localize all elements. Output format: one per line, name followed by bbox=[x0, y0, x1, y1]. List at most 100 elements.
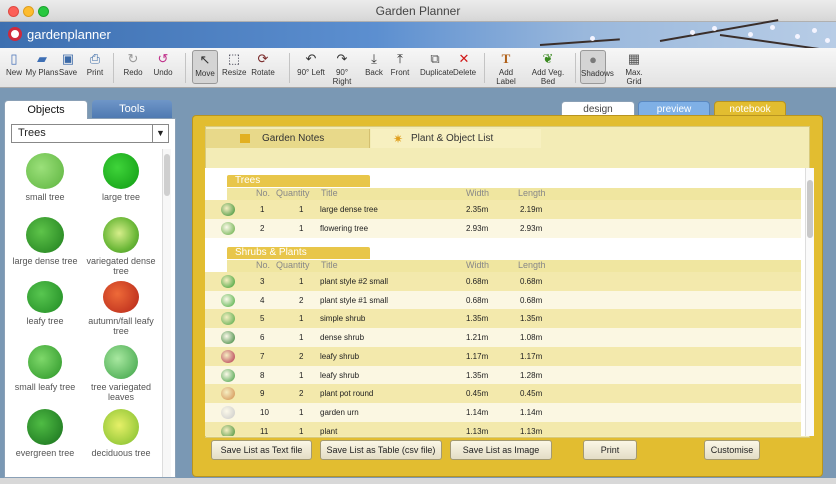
cell-no: 8 bbox=[260, 370, 265, 380]
folder-icon: ▰ bbox=[37, 51, 47, 66]
table-row[interactable]: 1 1 large dense tree 2.35m 2.19m bbox=[205, 200, 801, 219]
cell-title: large dense tree bbox=[320, 205, 378, 214]
delete-button[interactable]: ✕ Delete bbox=[453, 51, 476, 77]
plant-icon bbox=[221, 312, 235, 326]
close-window-button[interactable] bbox=[8, 6, 19, 17]
new-doc-icon: ▯ bbox=[10, 51, 18, 66]
rotate-button[interactable]: ⟳ Rotate bbox=[251, 51, 275, 77]
cell-title: leafy shrub bbox=[320, 351, 360, 361]
table-row[interactable]: 7 2 leafy shrub 1.17m 1.17m bbox=[205, 346, 801, 366]
scroll-thumb[interactable] bbox=[164, 154, 170, 196]
save-list-csv-button[interactable]: Save List as Table (csv file) bbox=[320, 440, 442, 460]
autumn-tree-icon bbox=[103, 281, 139, 313]
cell-title: plant pot round bbox=[320, 389, 374, 399]
new-button[interactable]: ▯ New bbox=[3, 51, 25, 77]
table-row[interactable]: 9 2 plant pot round 0.45m 0.45m bbox=[205, 384, 801, 404]
add-veg-bed-button[interactable]: ❦ Add Veg. Bed bbox=[527, 51, 569, 86]
table-row[interactable]: 5 1 simple shrub 1.35m 1.35m bbox=[205, 309, 801, 329]
rotate-right-icon: ↷ bbox=[336, 51, 348, 66]
object-large-dense-tree[interactable]: large dense tree bbox=[7, 217, 83, 266]
cell-length: 2.19m bbox=[520, 205, 543, 214]
undo-button[interactable]: ↺ Undo bbox=[152, 51, 174, 77]
brand-name: gardenplanner bbox=[27, 27, 111, 42]
print-button[interactable]: ⎙ Print bbox=[84, 51, 106, 77]
save-list-text-button[interactable]: Save List as Text file bbox=[211, 440, 312, 460]
shadows-toggle[interactable]: ● Shadows bbox=[580, 50, 614, 84]
rotate-90-right-button[interactable]: ↷ 90° Right bbox=[327, 51, 357, 86]
object-deciduous-tree[interactable]: deciduous tree bbox=[83, 409, 159, 458]
table-row[interactable]: 3 1 plant style #2 small 0.68m 0.68m bbox=[205, 272, 801, 291]
send-back-button[interactable]: ⤓ Back bbox=[364, 51, 384, 77]
save-list-image-button[interactable]: Save List as Image bbox=[450, 440, 552, 460]
toolbar-separator bbox=[289, 53, 290, 83]
cell-no: 10 bbox=[260, 407, 269, 417]
cell-length: 0.68m bbox=[520, 277, 543, 286]
rotate-90-left-button[interactable]: ↶ 90° Left bbox=[297, 51, 325, 77]
chevron-down-icon: ▼ bbox=[152, 125, 168, 142]
blossom-decoration bbox=[590, 36, 595, 41]
objects-scrollbar[interactable] bbox=[162, 149, 171, 477]
notes-icon bbox=[240, 134, 250, 143]
table-row[interactable]: 2 1 flowering tree 2.93m 2.93m bbox=[205, 218, 801, 238]
bring-front-button[interactable]: ⤒ Front bbox=[389, 51, 411, 77]
object-large-tree[interactable]: large tree bbox=[83, 153, 159, 202]
object-tree-variegated-leaves[interactable]: tree variegated leaves bbox=[83, 345, 159, 402]
table-row[interactable]: 10 1 garden urn 1.14m 1.14m bbox=[205, 402, 801, 422]
redo-button[interactable]: ↻ Redo bbox=[122, 51, 144, 77]
add-label-button[interactable]: T Add Label bbox=[490, 51, 522, 86]
table-row[interactable]: 8 1 leafy shrub 1.35m 1.28m bbox=[205, 365, 801, 385]
save-button[interactable]: ▣ Save bbox=[58, 51, 78, 77]
object-grid: small tree large tree large dense tree v… bbox=[7, 149, 159, 479]
cell-qty: 1 bbox=[299, 205, 304, 214]
plant-icon bbox=[221, 387, 235, 401]
minimize-window-button[interactable] bbox=[23, 6, 34, 17]
cell-qty: 2 bbox=[299, 295, 304, 305]
scroll-thumb[interactable] bbox=[807, 180, 813, 238]
cell-qty: 2 bbox=[299, 351, 304, 361]
table-row[interactable]: 6 1 dense shrub 1.21m 1.08m bbox=[205, 328, 801, 348]
cell-width: 1.14m bbox=[466, 407, 489, 417]
object-autumn-fall-leafy-tree[interactable]: autumn/fall leafy tree bbox=[83, 281, 159, 336]
cell-no: 4 bbox=[260, 295, 265, 305]
resize-button[interactable]: ⬚ Resize bbox=[222, 51, 246, 77]
list-scrollbar[interactable] bbox=[805, 168, 814, 436]
plant-icon bbox=[221, 349, 235, 363]
blossom-decoration bbox=[690, 30, 695, 35]
cell-width: 1.17m bbox=[466, 351, 489, 361]
table-row[interactable]: 11 1 plant 1.13m 1.13m bbox=[205, 421, 801, 436]
cell-length: 0.45m bbox=[520, 389, 543, 399]
variegated-leaves-tree-icon bbox=[104, 345, 138, 379]
tab-garden-notes[interactable]: Garden Notes bbox=[206, 129, 370, 148]
cell-length: 0.68m bbox=[520, 295, 543, 305]
cell-length: 2.93m bbox=[520, 223, 543, 233]
cell-qty: 1 bbox=[299, 314, 304, 324]
plant-icon bbox=[221, 293, 235, 307]
cell-title: simple shrub bbox=[320, 314, 366, 324]
cell-qty: 1 bbox=[299, 333, 304, 343]
tab-plant-object-list[interactable]: ✷ Plant & Object List bbox=[371, 129, 541, 148]
object-small-tree[interactable]: small tree bbox=[7, 153, 83, 202]
blossom-decoration bbox=[812, 28, 817, 33]
category-select[interactable]: Trees ▼ bbox=[11, 124, 169, 143]
resize-box-icon: ⬚ bbox=[227, 51, 241, 66]
object-leafy-tree[interactable]: leafy tree bbox=[7, 281, 83, 326]
duplicate-button[interactable]: ⧉ Duplicate bbox=[420, 51, 453, 77]
zoom-window-button[interactable] bbox=[38, 6, 49, 17]
plant-icon bbox=[221, 424, 235, 436]
tab-tools[interactable]: Tools bbox=[92, 100, 172, 119]
object-small-leafy-tree[interactable]: small leafy tree bbox=[7, 345, 83, 392]
table-row[interactable]: 4 2 plant style #1 small 0.68m 0.68m bbox=[205, 290, 801, 310]
move-button[interactable]: ↖ Move bbox=[192, 50, 218, 84]
max-grid-button[interactable]: ▦ Max. Grid bbox=[618, 51, 650, 86]
printer-icon: ⎙ bbox=[89, 51, 101, 66]
tab-objects[interactable]: Objects bbox=[4, 100, 88, 119]
object-variegated-dense-tree[interactable]: variegated dense tree bbox=[83, 217, 159, 276]
object-evergreen-tree[interactable]: evergreen tree bbox=[7, 409, 83, 458]
print-list-button[interactable]: Print bbox=[583, 440, 637, 460]
customise-button[interactable]: Customise bbox=[704, 440, 760, 460]
cell-width: 2.93m bbox=[466, 223, 489, 233]
cell-width: 2.35m bbox=[466, 205, 489, 214]
my-plans-button[interactable]: ▰ My Plans bbox=[25, 51, 59, 77]
window-bottom-edge bbox=[0, 478, 836, 484]
logo-icon bbox=[8, 27, 22, 41]
